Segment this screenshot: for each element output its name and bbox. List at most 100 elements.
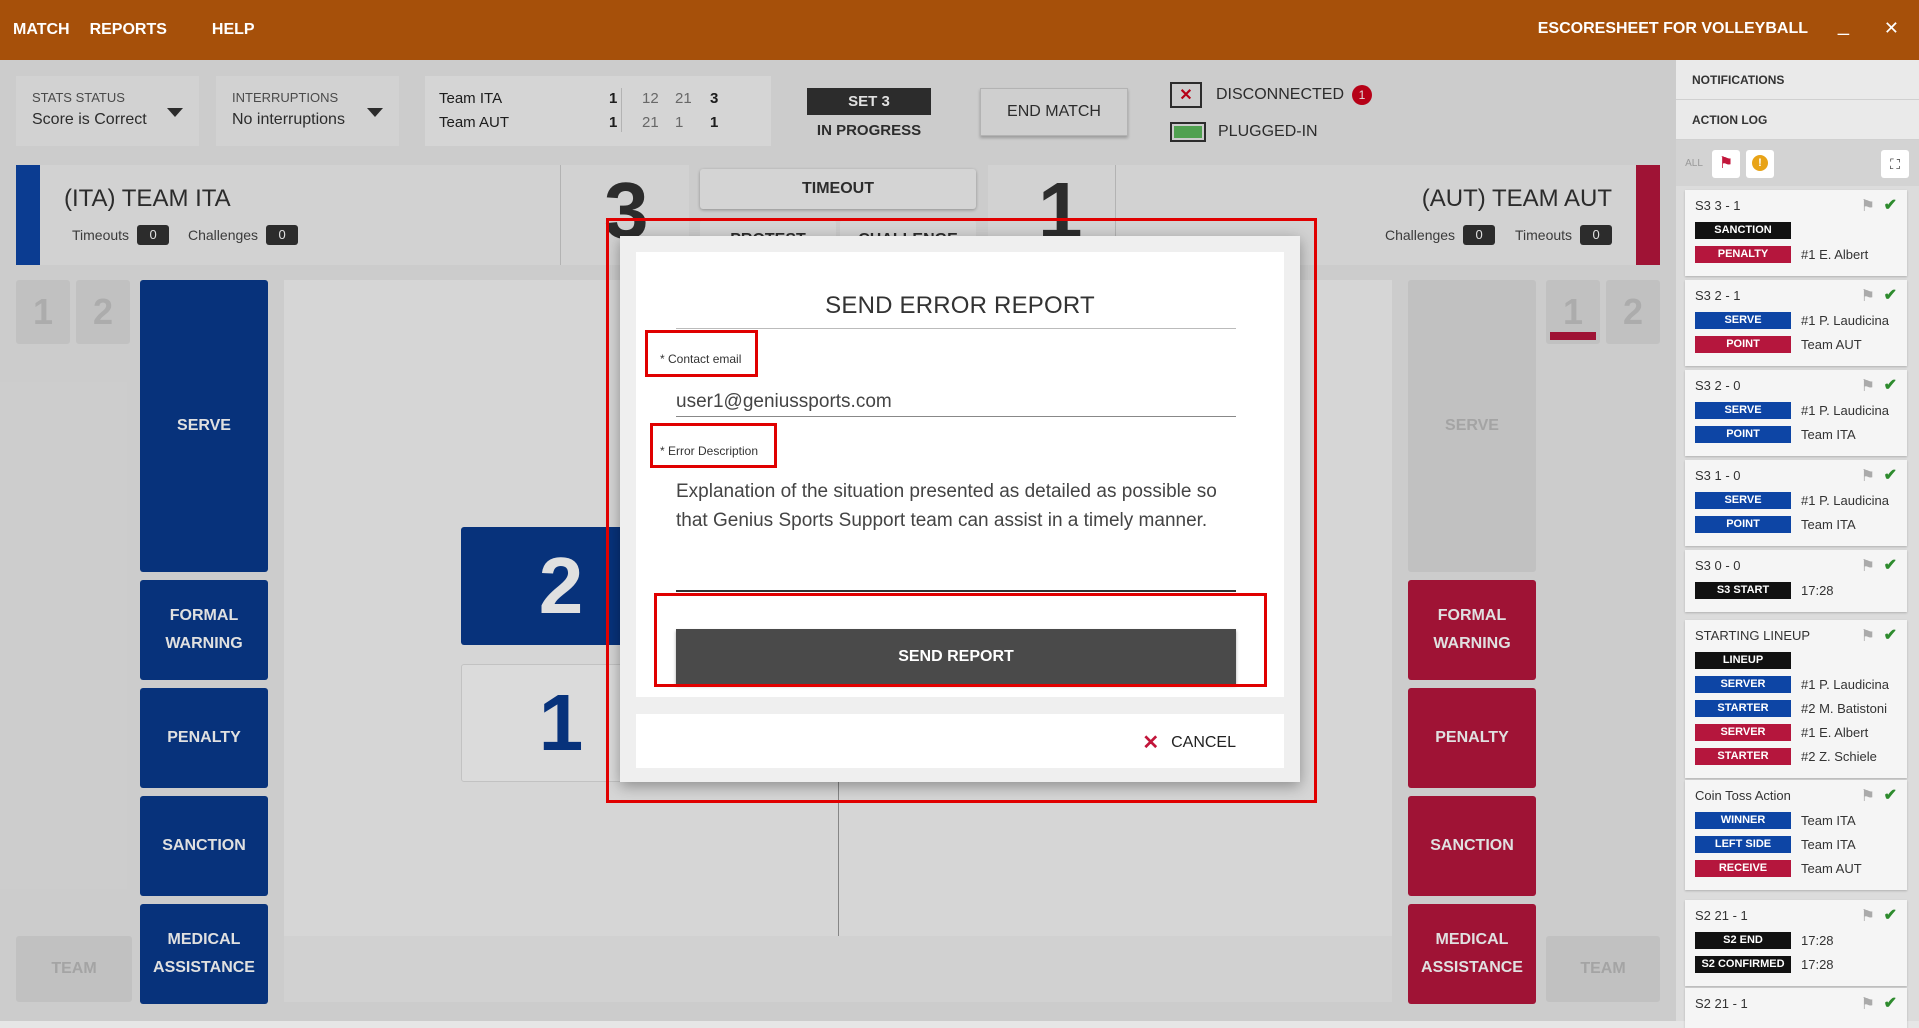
warning-filter-icon[interactable]: ! xyxy=(1746,150,1774,178)
log-tag: S2 CONFIRMED xyxy=(1695,955,1791,973)
log-line: LEFT SIDE Team ITA xyxy=(1695,834,1897,854)
log-line: S3 START 17:28 xyxy=(1695,580,1897,600)
log-tag: POINT xyxy=(1695,335,1791,353)
app-title: ESCORESHEET FOR VOLLEYBALL xyxy=(1537,20,1808,37)
flag-icon[interactable]: ⚑ xyxy=(1861,196,1875,216)
menu-help[interactable]: HELP xyxy=(212,21,255,39)
log-detail: #1 P. Laudicina xyxy=(1801,402,1889,418)
log-tag: STARTER xyxy=(1695,747,1791,765)
highlight-email-label xyxy=(645,330,758,377)
log-detail: #1 P. Laudicina xyxy=(1801,676,1889,692)
log-line: S2 CONFIRMED 17:28 xyxy=(1695,954,1897,974)
log-tag: PENALTY xyxy=(1695,245,1791,263)
flag-icon[interactable]: ⚑ xyxy=(1861,556,1875,576)
log-tag: S3 START xyxy=(1695,581,1791,599)
check-icon: ✔ xyxy=(1883,467,1897,484)
log-line: POINT Team ITA xyxy=(1695,514,1897,534)
log-entry[interactable]: S2 21 - 1 ⚑ ✔ S2 END 17:28 S2 CONFIRMED 17:28 xyxy=(1685,900,1907,986)
check-icon: ✔ xyxy=(1883,787,1897,804)
check-icon: ✔ xyxy=(1883,287,1897,304)
log-entry[interactable]: S3 2 - 1 ⚑ ✔ SERVE #1 P. Laudicina POINT Team … xyxy=(1685,280,1907,366)
log-detail: Team ITA xyxy=(1801,426,1856,442)
check-icon: ✔ xyxy=(1883,907,1897,924)
log-tag: LINEUP xyxy=(1695,651,1791,669)
log-line: SANCTION xyxy=(1695,220,1897,240)
log-entry[interactable]: S3 1 - 0 ⚑ ✔ SERVE #1 P. Laudicina POINT Team … xyxy=(1685,460,1907,546)
log-detail: #1 E. Albert xyxy=(1801,246,1869,262)
log-detail: Team AUT xyxy=(1801,336,1862,352)
check-icon: ✔ xyxy=(1883,197,1897,214)
log-line: SERVER #1 P. Laudicina xyxy=(1695,674,1897,694)
log-line: SERVE #1 P. Laudicina xyxy=(1695,400,1897,420)
log-tag: POINT xyxy=(1695,515,1791,533)
flag-icon[interactable]: ⚑ xyxy=(1861,626,1875,646)
log-line: STARTER #2 Z. Schiele xyxy=(1695,746,1897,766)
log-tag: SERVER xyxy=(1695,723,1791,741)
log-line: PENALTY #1 E. Albert xyxy=(1695,244,1897,264)
log-entry[interactable]: S3 3 - 1 ⚑ ✔ SANCTION PENALTY #1 E. Albert xyxy=(1685,190,1907,276)
log-line: STARTER #2 M. Batistoni xyxy=(1695,698,1897,718)
log-tag: SANCTION xyxy=(1695,221,1791,239)
log-detail: 17:28 xyxy=(1801,582,1834,598)
log-detail: Team ITA xyxy=(1801,516,1856,532)
notifications-tab[interactable]: NOTIFICATIONS xyxy=(1676,60,1919,100)
log-line: SERVE #1 P. Laudicina xyxy=(1695,490,1897,510)
log-tag: SERVE xyxy=(1695,491,1791,509)
log-line: RECEIVE Team AUT xyxy=(1695,858,1897,878)
log-detail: #2 M. Batistoni xyxy=(1801,700,1887,716)
flag-icon[interactable]: ⚑ xyxy=(1861,906,1875,926)
flag-icon[interactable]: ⚑ xyxy=(1861,994,1875,1014)
log-tag: S2 END xyxy=(1695,931,1791,949)
log-tag: POINT xyxy=(1695,425,1791,443)
log-detail: Team AUT xyxy=(1801,860,1862,876)
log-entry[interactable]: Coin Toss Action ⚑ ✔ WINNER Team ITA LEFT SID… xyxy=(1685,780,1907,890)
log-detail: Team ITA xyxy=(1801,812,1856,828)
flag-icon[interactable]: ⚑ xyxy=(1861,376,1875,396)
highlight-description-label xyxy=(650,423,777,468)
flag-icon[interactable]: ⚑ xyxy=(1861,286,1875,306)
log-line: SERVE #1 P. Laudicina xyxy=(1695,310,1897,330)
log-detail: #1 E. Albert xyxy=(1801,724,1869,740)
log-entry[interactable]: S3 2 - 0 ⚑ ✔ SERVE #1 P. Laudicina POINT Team … xyxy=(1685,370,1907,456)
log-detail: #2 Z. Schiele xyxy=(1801,748,1877,764)
log-detail: #1 P. Laudicina xyxy=(1801,312,1889,328)
log-tag: SERVER xyxy=(1695,675,1791,693)
log-line: POINT Team ITA xyxy=(1695,424,1897,444)
log-detail: 17:28 xyxy=(1801,956,1834,972)
action-log-tab[interactable]: ACTION LOG xyxy=(1676,100,1919,140)
flag-icon[interactable]: ⚑ xyxy=(1861,466,1875,486)
log-tag: LEFT SIDE xyxy=(1695,835,1791,853)
check-icon: ✔ xyxy=(1883,995,1897,1012)
log-detail: 17:28 xyxy=(1801,932,1834,948)
log-tag: RECEIVE xyxy=(1695,859,1791,877)
minimize-button[interactable]: _ xyxy=(1838,14,1849,37)
log-line: WINNER Team ITA xyxy=(1695,810,1897,830)
log-line: SERVER #1 E. Albert xyxy=(1695,722,1897,742)
top-bar: MATCH REPORTS HELP ESCORESHEET FOR VOLLE… xyxy=(0,0,1919,60)
filter-all[interactable]: ALL xyxy=(1680,150,1708,178)
flag-icon[interactable]: ⚑ xyxy=(1861,786,1875,806)
check-icon: ✔ xyxy=(1883,557,1897,574)
menu-reports[interactable]: REPORTS xyxy=(90,21,167,39)
fullscreen-icon[interactable]: ⛶ xyxy=(1881,150,1909,178)
log-line: LINEUP xyxy=(1695,650,1897,670)
log-detail: Team ITA xyxy=(1801,836,1856,852)
log-entry[interactable]: S3 0 - 0 ⚑ ✔ S3 START 17:28 xyxy=(1685,550,1907,612)
log-detail: #1 P. Laudicina xyxy=(1801,492,1889,508)
flag-filter-icon[interactable]: ⚑ xyxy=(1712,150,1740,178)
log-line: S2 END 17:28 xyxy=(1695,930,1897,950)
log-entry[interactable]: STARTING LINEUP ⚑ ✔ LINEUP SERVER #1 P. Laudi… xyxy=(1685,620,1907,778)
menu-match[interactable]: MATCH xyxy=(13,21,70,39)
check-icon: ✔ xyxy=(1883,377,1897,394)
log-tag: STARTER xyxy=(1695,699,1791,717)
close-button[interactable]: ✕ xyxy=(1884,18,1899,39)
log-filters: ALL ⚑ ! ⛶ xyxy=(1676,140,1919,186)
log-tag: SERVE xyxy=(1695,311,1791,329)
highlight-send-button xyxy=(654,593,1267,687)
check-icon: ✔ xyxy=(1883,627,1897,644)
log-line: POINT Team AUT xyxy=(1695,334,1897,354)
right-sidebar: NOTIFICATIONS ACTION LOG ALL ⚑ ! ⛶ S3 3 … xyxy=(1676,60,1919,1028)
log-tag: SERVE xyxy=(1695,401,1791,419)
log-entry[interactable]: S2 21 - 1 ⚑ ✔ xyxy=(1685,988,1907,1028)
log-tag: WINNER xyxy=(1695,811,1791,829)
